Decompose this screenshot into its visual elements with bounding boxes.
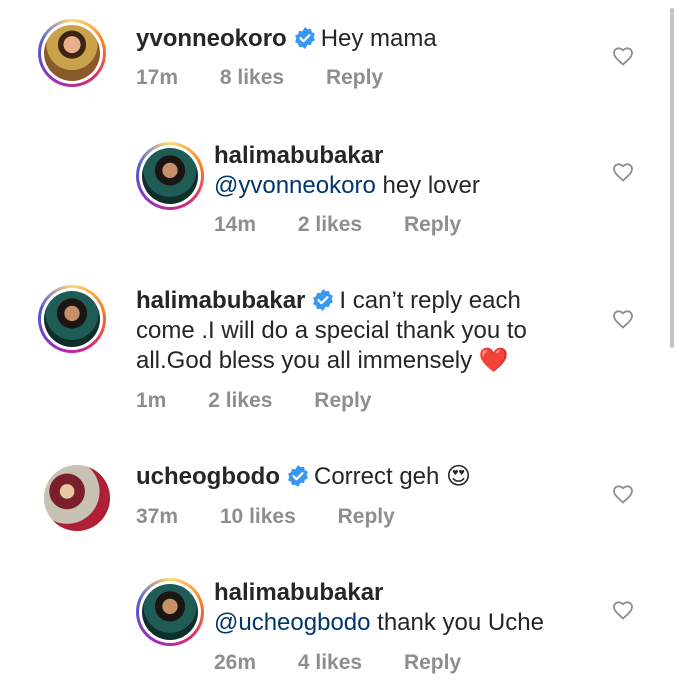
comment-username[interactable]: halimabubakar	[214, 141, 614, 171]
comment-likes[interactable]: 4 likes	[298, 651, 362, 674]
comment-likes[interactable]: 8 likes	[220, 66, 284, 89]
like-button[interactable]	[611, 44, 635, 68]
comment-time: 26m	[214, 651, 257, 674]
reply-button[interactable]: Reply	[338, 505, 395, 528]
comment-time: 37m	[136, 505, 179, 528]
comment-text: hey lover	[375, 172, 480, 199]
verified-badge-icon	[288, 465, 308, 487]
scrollbar[interactable]	[670, 8, 674, 348]
heart-outline-icon	[613, 485, 633, 504]
avatar-photo	[44, 465, 110, 531]
like-button[interactable]	[611, 160, 635, 184]
comment-meta: 1m 2 likes Reply	[136, 389, 407, 413]
avatar-photo	[142, 584, 198, 640]
heart-emoji: ❤️	[478, 347, 509, 374]
verified-badge-icon	[313, 289, 334, 311]
comment-username[interactable]: halimabubakar	[136, 287, 305, 314]
reply-button[interactable]: Reply	[314, 389, 371, 412]
comment-username[interactable]: yvonneokoro	[136, 25, 287, 52]
heart-eyes-emoji: 😍	[446, 463, 472, 490]
verified-badge-icon	[294, 27, 315, 49]
comment-likes[interactable]: 10 likes	[220, 505, 296, 528]
comment-time: 17m	[136, 66, 179, 89]
like-button[interactable]	[611, 598, 635, 622]
avatar-photo	[44, 25, 100, 81]
comment-username[interactable]: ucheogbodo	[136, 463, 280, 490]
comment-body: halimabubakar @ucheogbodo thank you Uche	[214, 578, 614, 638]
comment-text-line1: I can’t reply each	[339, 287, 521, 314]
avatar[interactable]	[38, 19, 106, 87]
avatar[interactable]	[38, 285, 106, 353]
comment-text: Hey mama	[320, 25, 437, 52]
comment-meta: 17m 8 likes Reply	[136, 66, 419, 90]
comment-body: halimabubakar I can’t reply each come .I …	[136, 286, 606, 376]
heart-outline-icon	[613, 163, 633, 182]
like-button[interactable]	[611, 307, 635, 331]
avatar-photo	[44, 291, 100, 347]
comment-meta: 26m 4 likes Reply	[214, 651, 497, 675]
comment-likes[interactable]: 2 likes	[208, 389, 272, 412]
avatar-photo	[142, 148, 198, 204]
comment-time: 1m	[136, 389, 167, 412]
comment-username[interactable]: halimabubakar	[214, 578, 614, 608]
reply-button[interactable]: Reply	[404, 213, 461, 236]
heart-outline-icon	[613, 310, 633, 329]
reply-button[interactable]: Reply	[404, 651, 461, 674]
comment-text-line3: all.God bless you all immensely	[136, 347, 473, 374]
comment-meta: 14m 2 likes Reply	[214, 213, 497, 237]
avatar[interactable]	[136, 142, 204, 210]
avatar[interactable]	[136, 578, 204, 646]
comment-time: 14m	[214, 213, 257, 236]
comment-text: Correct geh	[313, 463, 440, 490]
comment-body: halimabubakar @yvonneokoro hey lover	[214, 141, 614, 201]
comment-text-line2: come .I will do a special thank you to	[136, 317, 527, 344]
mention-link[interactable]: @yvonneokoro	[214, 172, 376, 199]
reply-button[interactable]: Reply	[326, 66, 383, 89]
like-button[interactable]	[611, 482, 635, 506]
avatar[interactable]	[44, 465, 110, 531]
heart-outline-icon	[613, 47, 633, 66]
comment-likes[interactable]: 2 likes	[298, 213, 362, 236]
comment-text: thank you Uche	[370, 609, 544, 636]
comment-meta: 37m 10 likes Reply	[136, 505, 431, 529]
comment-body: yvonneokoro Hey mama	[136, 24, 606, 54]
heart-outline-icon	[613, 601, 633, 620]
comment-body: ucheogbodo Correct geh 😍	[136, 462, 606, 492]
mention-link[interactable]: @ucheogbodo	[214, 609, 371, 636]
